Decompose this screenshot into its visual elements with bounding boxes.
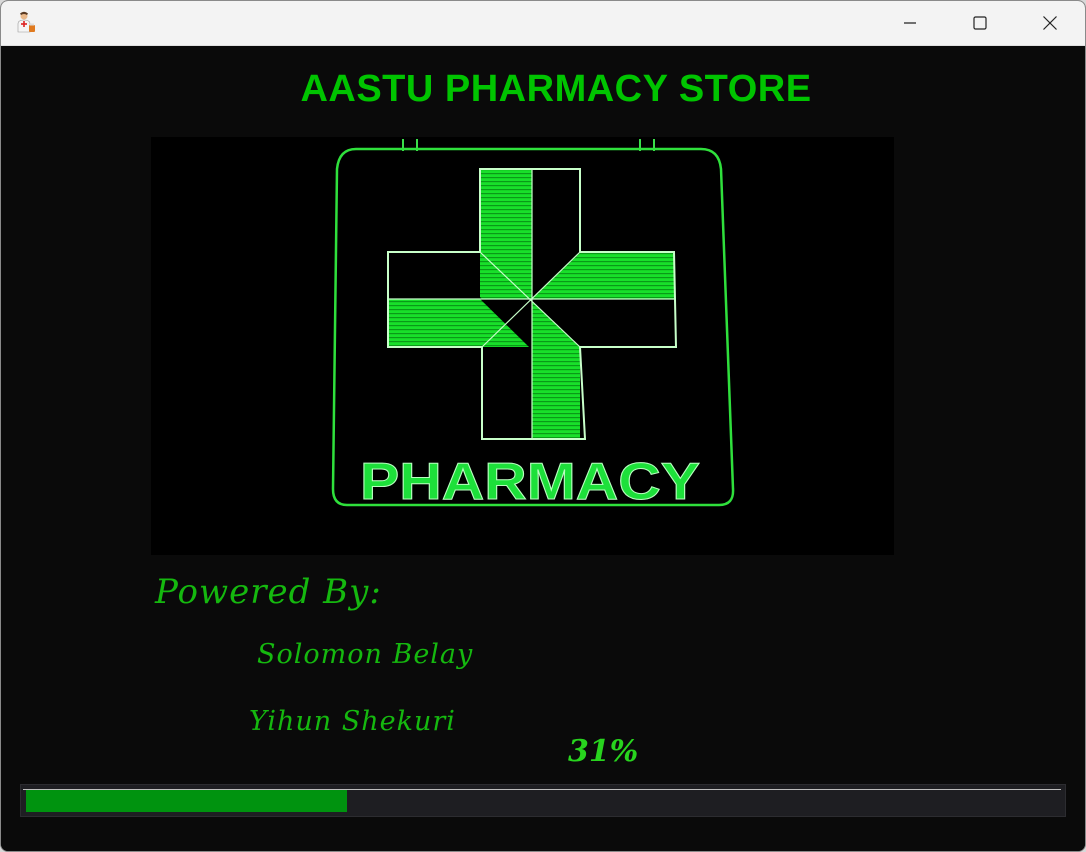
minimize-button[interactable] [875,1,945,45]
author-name: Yihun Shekuri [249,706,456,737]
title-bar[interactable] [1,1,1085,46]
store-title: AASTU PHARMACY STORE [300,68,812,110]
progress-fill [26,790,347,812]
progress-percent: 31% [568,734,639,769]
splash-window: AASTU PHARMACY STORE PHARMACY Powered By… [0,0,1086,852]
pharmacy-sign-graphic: PHARMACY [331,139,735,512]
powered-by-heading: Powered By: [155,572,382,612]
maximize-icon [973,16,987,30]
pharmacist-icon [17,11,35,33]
close-icon [1043,16,1057,30]
splash-content: AASTU PHARMACY STORE PHARMACY Powered By… [1,46,1085,851]
maximize-button[interactable] [945,1,1015,45]
author-name: Solomon Belay [257,639,474,670]
pharmacy-sign-text: PHARMACY [360,453,700,511]
close-button[interactable] [1015,1,1085,45]
progress-bar [20,784,1066,817]
minimize-icon [904,22,916,24]
pharmacy-cross-icon [387,168,678,440]
pharmacy-banner-image: PHARMACY [151,137,894,555]
